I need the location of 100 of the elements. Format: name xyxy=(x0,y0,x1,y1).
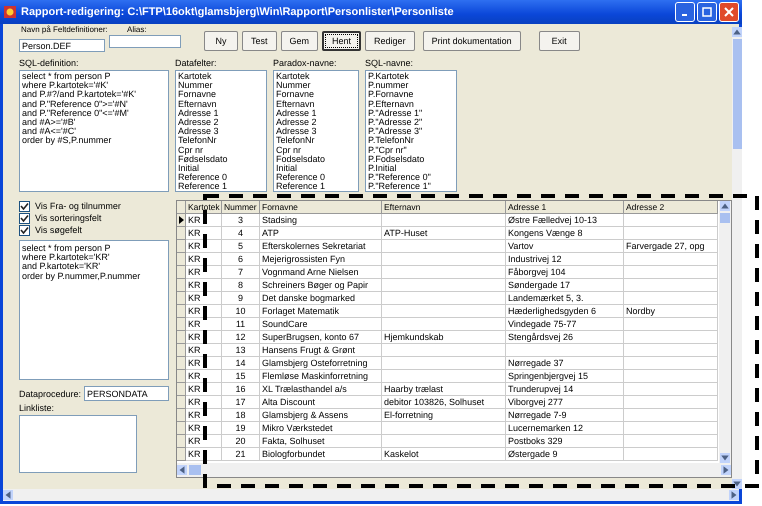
list-item: select * from person P xyxy=(22,72,112,82)
column-header[interactable]: Fornavne xyxy=(260,201,382,214)
list-box[interactable]: Kartotek Nummer Fornavne Efternavn Adresse 1 Adresse 2 Adresse 3 TelefonNr Cpr nr Fodselsdato Initial Reference 0 Reference 1 xyxy=(273,70,359,192)
scroll-right-icon[interactable] xyxy=(721,465,731,475)
scroll-thumb[interactable] xyxy=(189,465,201,475)
checkbox[interactable] xyxy=(19,224,30,236)
horizontal-scrollbar[interactable] xyxy=(177,463,731,477)
vertical-scrollbar[interactable] xyxy=(719,201,731,463)
list-item: Adresse 3 xyxy=(276,127,318,136)
minimize-button[interactable] xyxy=(675,2,695,22)
list-item: Adresse 2 xyxy=(178,118,220,128)
table-cell: Flemløse Maskinforretning xyxy=(260,370,382,383)
list-item: P.nummer xyxy=(368,81,410,90)
column-header[interactable]: Nummer xyxy=(222,201,260,214)
column-header[interactable]: Kartotek xyxy=(186,201,222,214)
list-item: Cpr nr xyxy=(178,146,204,155)
list-item: P.Fornavne xyxy=(368,90,414,100)
column-header[interactable]: Efternavn xyxy=(382,201,506,214)
table-cell: KR xyxy=(186,253,222,266)
list-item: Reference 1 xyxy=(276,182,326,191)
scroll-left-icon[interactable] xyxy=(3,490,13,500)
toolbar-button[interactable]: Hent xyxy=(322,31,362,51)
list-item: P.Initial xyxy=(368,164,398,174)
field-label: Alias: xyxy=(127,25,147,34)
horizontal-scrollbar[interactable] xyxy=(3,489,739,501)
table-cell: Postboks 329 xyxy=(506,435,624,448)
list-label: SQL-definition: xyxy=(19,58,80,68)
alias-field[interactable] xyxy=(109,35,181,48)
list-item: Initial xyxy=(178,164,200,174)
list-box[interactable]: P.Kartotek P.nummer P.Fornavne P.Efternavn P."Adresse 1" P."Adresse 2" P."Adresse 3" P.TelefonNr P."Cpr nr" P.Fodselsdato P.Initial P."Reference 0" P."Reference 1" xyxy=(365,70,457,192)
link-list-box[interactable] xyxy=(19,415,137,473)
list-item: Reference 1 xyxy=(178,182,228,191)
table-cell: Glamsbjerg Osteforretning xyxy=(260,357,382,370)
name-field[interactable]: Person.DEF xyxy=(19,39,105,52)
table-cell: Schreiners Bøger og Papir xyxy=(260,279,382,292)
row-indicator[interactable] xyxy=(177,214,186,227)
column-header[interactable]: Adresse 1 xyxy=(506,201,624,214)
list-item: Fødselsdato xyxy=(178,154,229,164)
toolbar-button[interactable]: Rediger xyxy=(365,31,415,51)
field-label: Navn på Feltdefinitioner: xyxy=(21,25,108,34)
list-item: Kartotek xyxy=(178,72,213,82)
scroll-left-icon[interactable] xyxy=(177,465,187,475)
table-cell: Stadsing xyxy=(260,214,382,227)
dataprocedure-field[interactable]: PERSONDATA xyxy=(84,386,169,401)
table-cell: debitor 103826, Solhuset xyxy=(382,396,506,409)
column-header[interactable]: Adresse 2 xyxy=(624,201,718,214)
table-cell: KR xyxy=(186,292,222,305)
list-box[interactable]: Kartotek Nummer Fornavne Efternavn Adresse 1 Adresse 2 Adresse 3 TelefonNr Cpr nr Fødselsdato Initial Reference 0 Reference 1 xyxy=(175,70,267,192)
checkbox-label: Vis søgefelt xyxy=(35,225,82,235)
table-cell: Søndergade 17 xyxy=(506,279,624,292)
table-cell: Fakta, Solhuset xyxy=(260,435,382,448)
close-button[interactable] xyxy=(719,2,739,22)
table-cell: Mejerigrossisten Fyn xyxy=(260,253,382,266)
table-cell: El-forretning xyxy=(382,409,506,422)
current-row-icon xyxy=(178,216,184,224)
list-item: Efternavn xyxy=(276,100,316,109)
list-item: and P."Reference 0">='#N' xyxy=(22,100,129,109)
list-label: Paradox-navne: xyxy=(273,58,338,68)
toolbar-button[interactable]: Test xyxy=(242,31,277,51)
toolbar-button[interactable]: Ny xyxy=(204,31,238,51)
table-cell: Hjemkundskab xyxy=(382,331,506,344)
checkbox-label: Vis sorteringsfelt xyxy=(35,213,102,223)
table-cell: Haarby trælast xyxy=(382,383,506,396)
table-cell: ATP xyxy=(260,227,382,240)
table-cell: 5 xyxy=(222,240,260,253)
table-cell: Glamsbjerg & Assens xyxy=(260,409,382,422)
table-cell: Hæderlighedsgyden 6 xyxy=(506,305,624,318)
list-item: P.Efternavn xyxy=(368,100,415,109)
list-item: Adresse 3 xyxy=(178,127,220,136)
toolbar-button[interactable]: Gem xyxy=(280,31,318,51)
scroll-up-icon[interactable] xyxy=(732,27,742,37)
table-cell: Farvergade 27, opg xyxy=(624,240,718,253)
table-cell: Landemærket 5, 3. xyxy=(506,292,624,305)
table-cell: KR xyxy=(186,305,222,318)
table-cell: 10 xyxy=(222,305,260,318)
table-cell: Forlaget Matematik xyxy=(260,305,382,318)
list-item: Initial xyxy=(276,164,298,174)
table-cell: 9 xyxy=(222,292,260,305)
scroll-thumb[interactable] xyxy=(720,213,730,223)
list-box[interactable]: select * from person P where P.kartotek='#K' and P.#?/and P.kartotek='#K' and P."Reference 0">='#N' and P."Reference 0"<='#M' and #A>='#B' and #A<='#C' order by #S,P.nummer xyxy=(19,70,169,192)
field-label: Linkliste: xyxy=(19,403,56,413)
toolbar-button[interactable]: Print dokumentation xyxy=(422,31,521,51)
vertical-scrollbar[interactable] xyxy=(732,27,742,489)
list-item: Nummer xyxy=(276,81,312,90)
list-item: TelefonNr xyxy=(276,136,316,146)
scroll-thumb[interactable] xyxy=(732,39,742,149)
toolbar-button[interactable]: Exit xyxy=(538,31,580,51)
checkbox[interactable] xyxy=(19,200,30,212)
scroll-right-icon[interactable] xyxy=(729,490,739,500)
table-cell: KR xyxy=(186,409,222,422)
table-cell: 11 xyxy=(222,318,260,331)
sql-text-area[interactable]: select * from person P where P.kartotek='KR' and P.kartotek='KR' order by P.nummer,P.nummer xyxy=(19,240,169,380)
checkbox[interactable] xyxy=(19,212,30,224)
table-cell: KR xyxy=(186,344,222,357)
table-cell: KR xyxy=(186,422,222,435)
maximize-button[interactable] xyxy=(697,2,717,22)
scroll-up-icon[interactable] xyxy=(720,201,730,211)
table-cell: KR xyxy=(186,266,222,279)
table-cell: Springenbjergvej 15 xyxy=(506,370,624,383)
list-item: and P.#?/and P.kartotek='#K' xyxy=(22,90,137,100)
